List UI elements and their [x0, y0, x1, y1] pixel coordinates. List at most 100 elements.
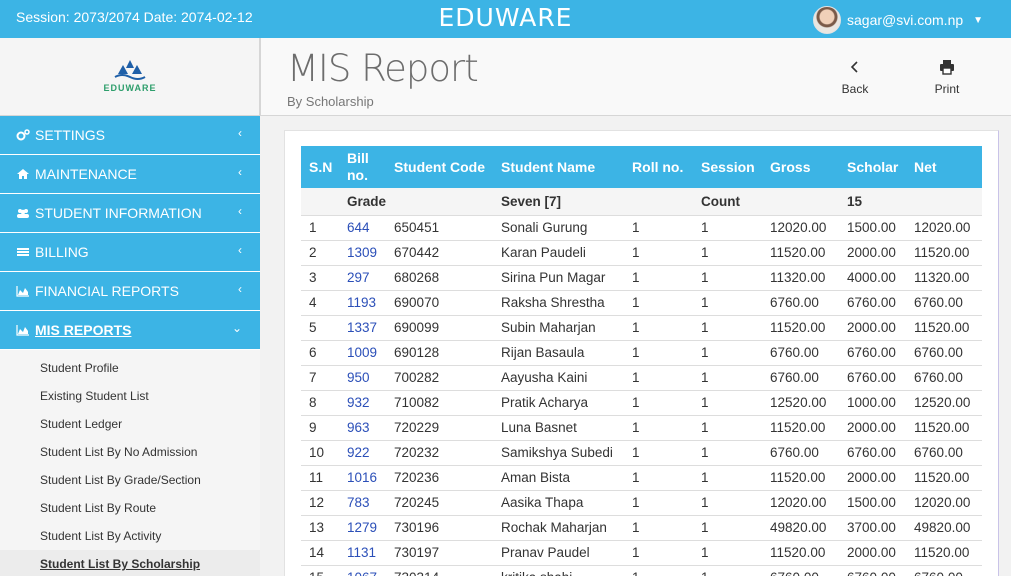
cell-bill-no[interactable]: 1067: [339, 565, 387, 576]
column-header-gross: Gross: [762, 146, 840, 188]
cell-bill-no[interactable]: 644: [339, 215, 387, 241]
cell-bill-no[interactable]: 1337: [339, 315, 387, 341]
cell-bill-no[interactable]: 963: [339, 415, 387, 441]
cell-sn: 15: [301, 565, 339, 576]
cell-roll-no: 1: [624, 540, 694, 566]
sidebar-item-label: SETTINGS: [35, 127, 106, 143]
cell-session: 1: [693, 390, 763, 416]
cell-sn: 8: [301, 390, 339, 416]
cell-sn: 5: [301, 315, 339, 341]
cell-bill-no[interactable]: 783: [339, 490, 387, 516]
home-icon: [17, 169, 29, 179]
cogs-icon: [16, 129, 30, 141]
cell-session: 1: [693, 415, 763, 441]
cell-session: 1: [693, 290, 763, 316]
cell-bill-no[interactable]: 1279: [339, 515, 387, 541]
cell-bill-no[interactable]: 1309: [339, 240, 387, 266]
cell-student-code: 650451: [386, 215, 494, 241]
user-email[interactable]: sagar@svi.com.np: [847, 12, 963, 28]
cell-gross: 6760.00: [762, 290, 840, 316]
cell-gross: 11520.00: [762, 315, 840, 341]
cell-bill-no[interactable]: 297: [339, 265, 387, 291]
cell-sn: 4: [301, 290, 339, 316]
submenu-item-by-scholarship[interactable]: Student List By Scholarship: [0, 550, 260, 576]
cell-bill-no[interactable]: 1131: [339, 540, 387, 566]
cell-net: 11520.00: [906, 240, 982, 266]
eduware-logo-icon: [114, 60, 146, 80]
area-chart-icon: [16, 286, 29, 297]
cell-student-name: Rijan Basaula: [493, 340, 625, 366]
page-title: MIS Report: [287, 47, 479, 90]
submenu-item-by-no-admission[interactable]: Student List By No Admission: [0, 438, 260, 466]
cell-student-name: Luna Basnet: [493, 415, 625, 441]
cell-student-name: Karan Paudeli: [493, 240, 625, 266]
count-label: Count: [693, 188, 763, 216]
back-label: Back: [841, 82, 869, 96]
column-header-net: Net: [906, 146, 982, 188]
cell-session: 1: [693, 490, 763, 516]
table-body: 1 644 650451 Sonali Gurung 1 1 12020.00 1500.00…: [301, 215, 982, 576]
cell-student-name: Pranav Paudel: [493, 540, 625, 566]
sidebar-item-settings[interactable]: SETTINGS ‹: [0, 116, 260, 154]
submenu-item-by-activity[interactable]: Student List By Activity: [0, 522, 260, 550]
cell-scholar: 2000.00: [839, 315, 907, 341]
column-header-student-name: Student Name: [493, 146, 625, 188]
cell-scholar: 4000.00: [839, 265, 907, 291]
cell-student-name: Raksha Shrestha: [493, 290, 625, 316]
avatar[interactable]: [813, 6, 841, 34]
grade-group-row: Grade Seven [7] Count 15: [301, 188, 982, 216]
cell-net: 12020.00: [906, 490, 982, 516]
submenu-item-student-ledger[interactable]: Student Ledger: [0, 410, 260, 438]
cell-session: 1: [693, 540, 763, 566]
cell-net: 6760.00: [906, 365, 982, 391]
cell-bill-no[interactable]: 1009: [339, 340, 387, 366]
cell-bill-no[interactable]: 950: [339, 365, 387, 391]
cell-roll-no: 1: [624, 265, 694, 291]
sidebar-item-billing[interactable]: BILLING ‹: [0, 233, 260, 271]
cell-student-code: 730197: [386, 540, 494, 566]
cell-bill-no[interactable]: 1193: [339, 290, 387, 316]
chevron-left-icon: ‹: [238, 243, 242, 257]
column-header-session: Session: [693, 146, 763, 188]
cell-session: 1: [693, 215, 763, 241]
cell-roll-no: 1: [624, 365, 694, 391]
sidebar-item-financial-reports[interactable]: FINANCIAL REPORTS ‹: [0, 272, 260, 310]
submenu-item-by-route[interactable]: Student List By Route: [0, 494, 260, 522]
cell-sn: 2: [301, 240, 339, 266]
cell-scholar: 3700.00: [839, 515, 907, 541]
cell-bill-no[interactable]: 1016: [339, 465, 387, 491]
sidebar-item-student-information[interactable]: STUDENT INFORMATION ‹: [0, 194, 260, 232]
user-menu[interactable]: sagar@svi.com.np ▼: [813, 5, 983, 35]
cell-student-code: 720229: [386, 415, 494, 441]
cell-session: 1: [693, 515, 763, 541]
submenu-item-existing-student-list[interactable]: Existing Student List: [0, 382, 260, 410]
logo-panel: EDUWARE: [0, 38, 260, 116]
cell-bill-no[interactable]: 932: [339, 390, 387, 416]
cell-gross: 11520.00: [762, 415, 840, 441]
table-row: 13 1279 730196 Rochak Maharjan 1 1 49820.00 370…: [301, 515, 982, 541]
print-icon: [917, 58, 977, 76]
cell-bill-no[interactable]: 922: [339, 440, 387, 466]
cell-student-code: 690099: [386, 315, 494, 341]
table-row: 10 922 720232 Samikshya Subedi 1 1 6760.00 6760…: [301, 440, 982, 466]
print-button[interactable]: Print: [917, 58, 977, 96]
cell-scholar: 6760.00: [839, 365, 907, 391]
sidebar-item-maintenance[interactable]: MAINTENANCE ‹: [0, 155, 260, 193]
submenu-item-student-profile[interactable]: Student Profile: [0, 354, 260, 382]
cell-gross: 11520.00: [762, 465, 840, 491]
cell-student-name: Samikshya Subedi: [493, 440, 625, 466]
back-button[interactable]: Back: [825, 58, 885, 96]
sidebar-item-label: BILLING: [35, 244, 89, 260]
submenu-item-by-grade-section[interactable]: Student List By Grade/Section: [0, 466, 260, 494]
chevron-left-icon: ‹: [238, 204, 242, 218]
chevron-left-icon: [825, 58, 885, 76]
cell-roll-no: 1: [624, 340, 694, 366]
caret-down-icon[interactable]: ▼: [973, 15, 983, 26]
table-row: 12 783 720245 Aasika Thapa 1 1 12020.00 1500.00…: [301, 490, 982, 516]
cell-net: 12020.00: [906, 215, 982, 241]
cell-gross: 6760.00: [762, 340, 840, 366]
cell-gross: 49820.00: [762, 515, 840, 541]
sidebar-item-mis-reports[interactable]: MIS REPORTS ⌄: [0, 311, 260, 349]
report-panel: S.N Bill no. Student Code Student Name R…: [284, 130, 999, 576]
cell-student-code: 690070: [386, 290, 494, 316]
